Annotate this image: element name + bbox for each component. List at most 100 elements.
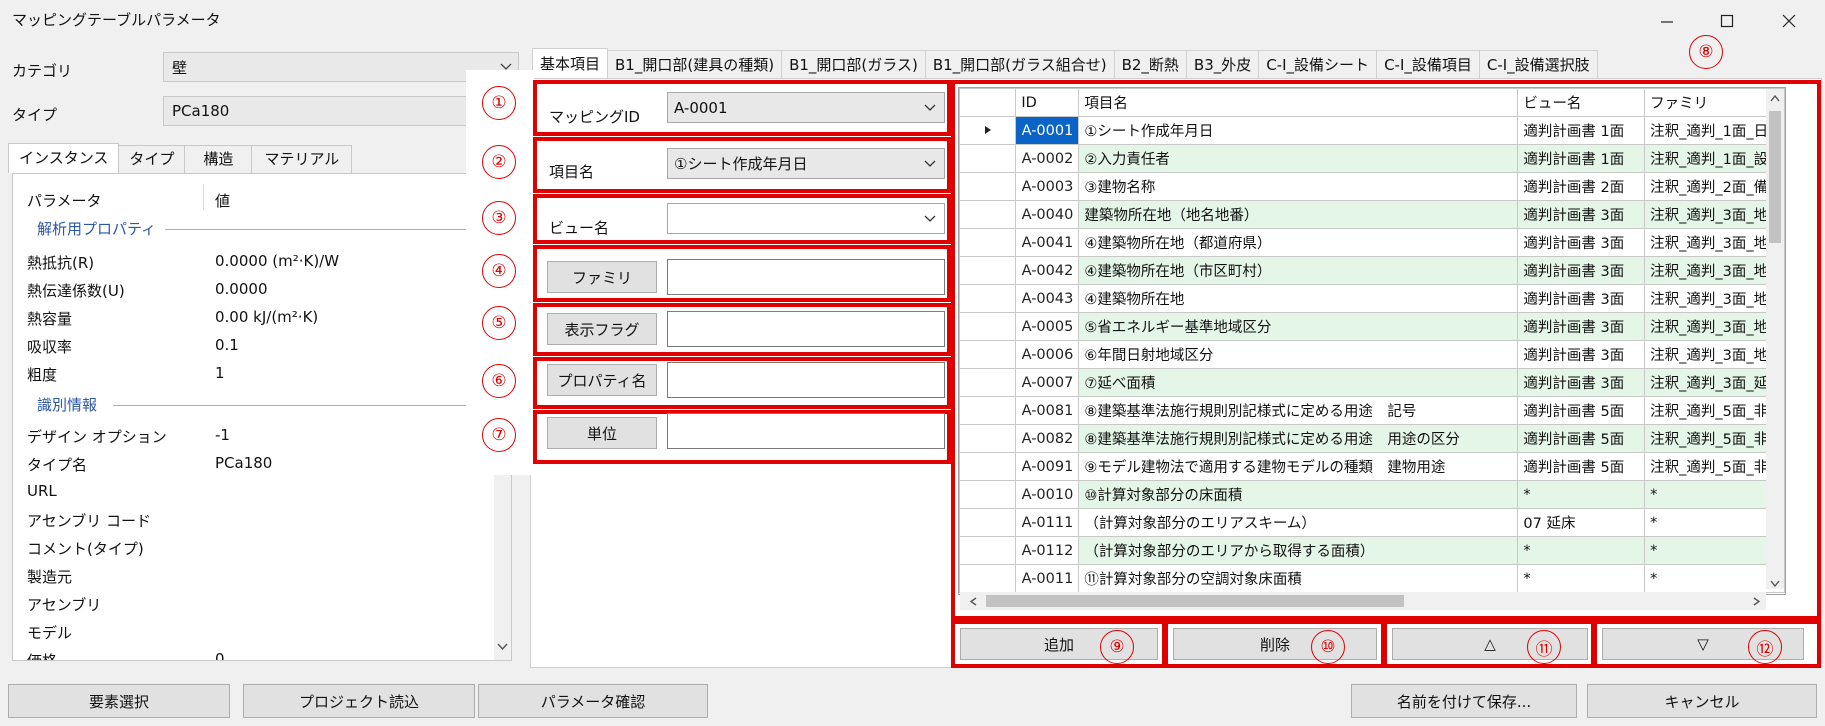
cell-family[interactable]: * — [1644, 536, 1785, 565]
cell-id[interactable]: A-0112 — [1015, 536, 1080, 565]
column-header-family[interactable]: ファミリ — [1644, 88, 1785, 117]
family-button[interactable]: ファミリ — [547, 261, 657, 293]
check-parameters-button[interactable]: パラメータ確認 — [478, 684, 708, 718]
mapping-id-select[interactable]: A-0001 — [667, 92, 945, 123]
cell-id[interactable]: A-0043 — [1015, 284, 1080, 313]
cell-item[interactable]: ③建物名称 — [1078, 172, 1519, 201]
display-flag-button[interactable]: 表示フラグ — [547, 313, 657, 345]
tab-type[interactable]: タイプ — [118, 145, 186, 173]
cell-item[interactable]: ④建築物所在地（都道府県） — [1078, 228, 1519, 257]
cell-id[interactable]: A-0002 — [1015, 144, 1080, 173]
cell-item[interactable]: ④建築物所在地 — [1078, 284, 1519, 313]
table-row[interactable]: A-0005 ⑤省エネルギー基準地域区分 適判計画書 3面 注釈_適判_3面_地 — [959, 312, 1785, 341]
delete-button[interactable]: 削除 — [1173, 628, 1377, 660]
cell-view[interactable]: 07 延床 — [1517, 508, 1646, 537]
cell-view[interactable]: 適判計画書 3面 — [1517, 340, 1646, 369]
column-header-id[interactable]: ID — [1015, 88, 1080, 117]
tab-structure[interactable]: 構造 — [184, 145, 253, 173]
tab-b1-glass[interactable]: B1_開口部(ガラス) — [781, 50, 926, 80]
cell-view[interactable]: 適判計画書 3面 — [1517, 368, 1646, 397]
tab-b1-fittings[interactable]: B1_開口部(建具の種類) — [607, 50, 783, 80]
cell-view[interactable]: 適判計画書 3面 — [1517, 200, 1646, 229]
grid-hscroll-thumb[interactable] — [986, 595, 1404, 607]
cell-family[interactable]: 注釈_適判_1面_日 — [1644, 116, 1785, 145]
family-input[interactable] — [667, 259, 945, 295]
column-header-view[interactable]: ビュー名 — [1517, 88, 1646, 117]
row-header[interactable] — [959, 564, 1017, 593]
cell-item[interactable]: ②入力責任者 — [1078, 144, 1519, 173]
cell-item[interactable]: （計算対象部分のエリアから取得する面積） — [1078, 536, 1519, 565]
cell-family[interactable]: 注釈_適判_5面_非 — [1644, 396, 1785, 425]
unit-button[interactable]: 単位 — [547, 417, 657, 449]
cell-family[interactable]: 注釈_適判_3面_地 — [1644, 228, 1785, 257]
cell-id[interactable]: A-0010 — [1015, 480, 1080, 509]
row-header[interactable] — [959, 536, 1017, 565]
cell-item[interactable]: ④建築物所在地（市区町村） — [1078, 256, 1519, 285]
cell-view[interactable]: 適判計画書 3面 — [1517, 228, 1646, 257]
cell-view[interactable]: 適判計画書 1面 — [1517, 144, 1646, 173]
tab-b1-glass-combo[interactable]: B1_開口部(ガラス組合せ) — [924, 50, 1115, 80]
select-element-button[interactable]: 要素選択 — [8, 684, 230, 718]
table-row[interactable]: A-0010 ⑩計算対象部分の床面積 * * — [959, 480, 1785, 509]
table-row[interactable]: A-0003 ③建物名称 適判計画書 2面 注釈_適判_2面_備 — [959, 172, 1785, 201]
tab-ci-items[interactable]: C-I_設備項目 — [1376, 50, 1480, 80]
cell-item[interactable]: ⑦延べ面積 — [1078, 368, 1519, 397]
table-row[interactable]: A-0002 ②入力責任者 適判計画書 1面 注釈_適判_1面_設 — [959, 144, 1785, 173]
row-header[interactable] — [959, 312, 1017, 341]
row-header[interactable] — [959, 256, 1017, 285]
cell-view[interactable]: 適判計画書 5面 — [1517, 424, 1646, 453]
table-row[interactable]: A-0006 ⑥年間日射地域区分 適判計画書 3面 注釈_適判_3面_地 — [959, 340, 1785, 369]
property-name-input[interactable] — [667, 362, 945, 398]
cell-family[interactable]: 注釈_適判_3面_延 — [1644, 368, 1785, 397]
view-name-select[interactable] — [667, 203, 945, 234]
item-name-select[interactable]: ①シート作成年月日 — [667, 148, 945, 179]
table-row[interactable]: A-0091 ⑨モデル建物法で適用する建物モデルの種類 建物用途 適判計画書 5面注… — [959, 452, 1785, 481]
table-row[interactable]: A-0011 ⑪計算対象部分の空調対象床面積 * * — [959, 564, 1785, 593]
cell-item[interactable]: （計算対象部分のエリアスキーム） — [1078, 508, 1519, 537]
table-row[interactable]: A-0041 ④建築物所在地（都道府県） 適判計画書 3面 注釈_適判_3面_地 — [959, 228, 1785, 257]
cell-id[interactable]: A-0005 — [1015, 312, 1080, 341]
cell-view[interactable]: * — [1517, 480, 1646, 509]
cell-id[interactable]: A-0007 — [1015, 368, 1080, 397]
minimize-button[interactable] — [1643, 4, 1691, 38]
unit-input[interactable] — [667, 413, 945, 449]
row-header[interactable] — [959, 480, 1017, 509]
property-name-button[interactable]: プロパティ名 — [547, 364, 657, 396]
table-row[interactable]: A-0040 建築物所在地（地名地番） 適判計画書 3面 注釈_適判_3面_地 — [959, 200, 1785, 229]
table-row[interactable]: A-0112 （計算対象部分のエリアから取得する面積） * * — [959, 536, 1785, 565]
tab-b2-insulation[interactable]: B2_断熱 — [1113, 50, 1187, 80]
cell-item[interactable]: ⑧建築基準法施行規則別記様式に定める用途 用途の区分 — [1078, 424, 1519, 453]
row-header[interactable] — [959, 284, 1017, 313]
cell-id[interactable]: A-0041 — [1015, 228, 1080, 257]
row-header[interactable] — [959, 368, 1017, 397]
cell-view[interactable]: 適判計画書 5面 — [1517, 396, 1646, 425]
cell-item[interactable]: ⑨モデル建物法で適用する建物モデルの種類 建物用途 — [1078, 452, 1519, 481]
cell-family[interactable]: * — [1644, 508, 1785, 537]
cell-view[interactable]: 適判計画書 5面 — [1517, 452, 1646, 481]
cell-family[interactable]: 注釈_適判_2面_備 — [1644, 172, 1785, 201]
row-header[interactable] — [959, 228, 1017, 257]
cell-id[interactable]: A-0082 — [1015, 424, 1080, 453]
row-header[interactable] — [959, 340, 1017, 369]
cell-id[interactable]: A-0040 — [1015, 200, 1080, 229]
cell-family[interactable]: 注釈_適判_3面_地 — [1644, 284, 1785, 313]
row-header[interactable] — [959, 200, 1017, 229]
cancel-button[interactable]: キャンセル — [1587, 684, 1817, 718]
cell-id[interactable]: A-0011 — [1015, 564, 1080, 593]
cell-id[interactable]: A-0111 — [1015, 508, 1080, 537]
table-row[interactable]: A-0081 ⑧建築基準法施行規則別記様式に定める用途 記号 適判計画書 5面 注釈_… — [959, 396, 1785, 425]
cell-family[interactable]: 注釈_適判_5面_非 — [1644, 452, 1785, 481]
cell-family[interactable]: 注釈_適判_1面_設 — [1644, 144, 1785, 173]
tab-instance[interactable]: インスタンス — [8, 143, 120, 173]
table-row[interactable]: A-0043 ④建築物所在地 適判計画書 3面 注釈_適判_3面_地 — [959, 284, 1785, 313]
row-header[interactable] — [959, 452, 1017, 481]
row-header[interactable] — [959, 144, 1017, 173]
cell-id[interactable]: A-0006 — [1015, 340, 1080, 369]
cell-item[interactable]: ⑥年間日射地域区分 — [1078, 340, 1519, 369]
cell-id[interactable]: A-0003 — [1015, 172, 1080, 201]
column-header-item[interactable]: 項目名 — [1078, 88, 1519, 117]
close-button[interactable] — [1765, 4, 1813, 38]
cell-view[interactable]: * — [1517, 564, 1646, 593]
tab-b3-envelope[interactable]: B3_外皮 — [1185, 50, 1260, 80]
load-project-button[interactable]: プロジェクト読込 — [243, 684, 475, 718]
